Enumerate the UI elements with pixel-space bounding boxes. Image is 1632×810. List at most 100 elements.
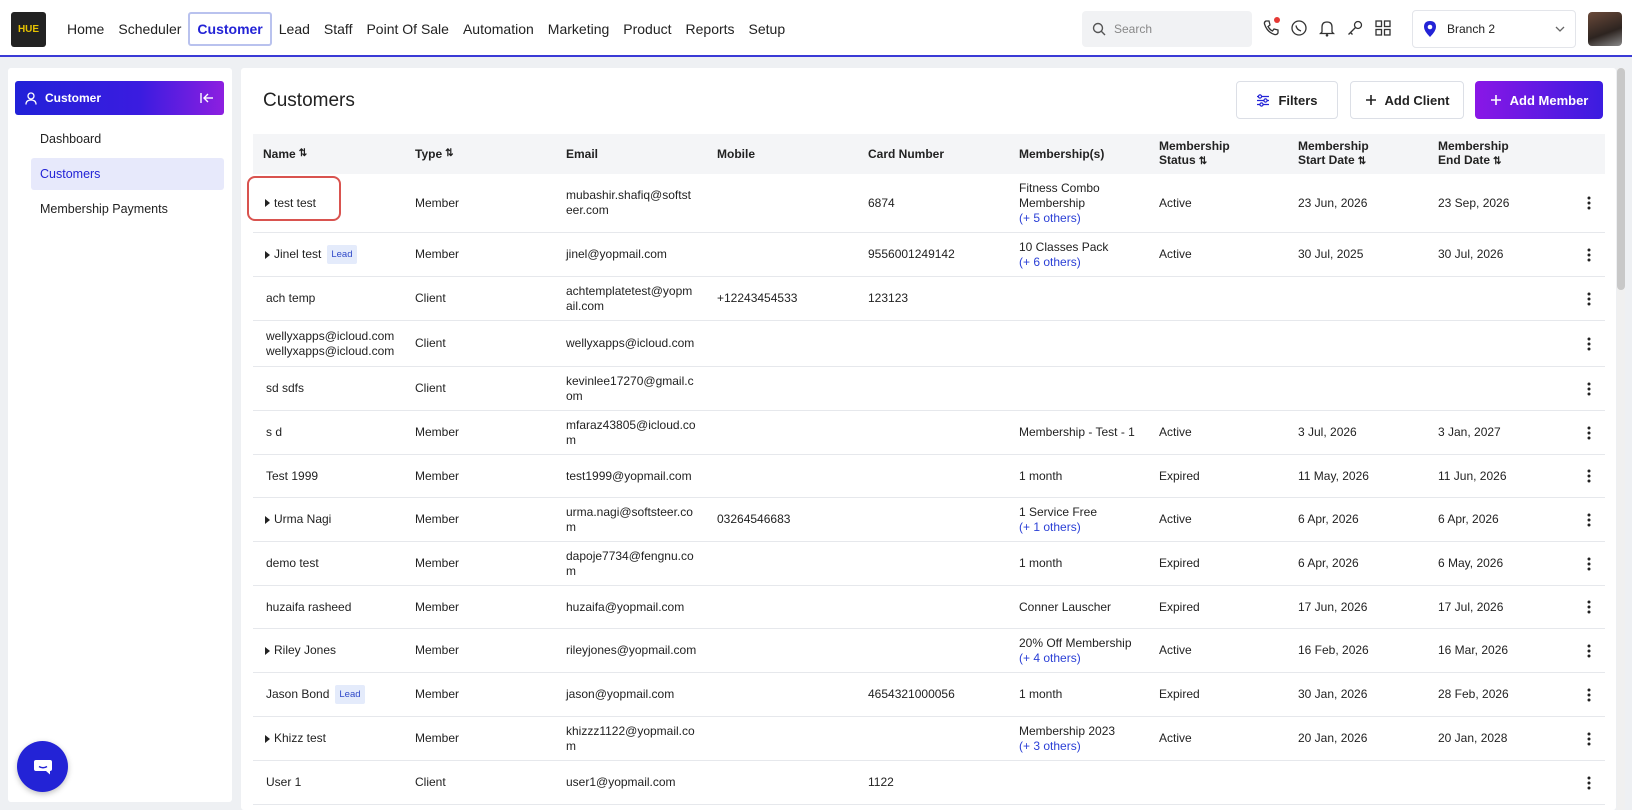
table-row[interactable]: User 1 Client user1@yopmail.com 1122 (253, 761, 1605, 805)
filters-button[interactable]: Filters (1236, 81, 1338, 119)
expand-caret-icon[interactable] (265, 515, 270, 524)
row-actions-menu-icon[interactable] (1587, 367, 1591, 410)
cell-name[interactable]: huzaifa rasheed (266, 586, 351, 628)
table-row[interactable]: s d Member mfaraz43805@icloud.co m Membersh… (253, 411, 1605, 455)
cell-name[interactable]: User 1 (266, 761, 301, 804)
table-row[interactable]: Urma Nagi Member urma.nagi@softsteer.co m 0… (253, 498, 1605, 542)
row-actions-menu-icon[interactable] (1587, 761, 1591, 804)
customer-name[interactable]: Urma Nagi (274, 512, 331, 527)
cell-name[interactable]: Jason Bond Lead (266, 673, 365, 716)
cell-name[interactable]: wellyxapps@icloud.com wellyxapps@icloud.… (266, 321, 394, 366)
cell-name[interactable]: test test (265, 174, 316, 232)
nav-item-automation[interactable]: Automation (456, 12, 541, 46)
row-actions-menu-icon[interactable] (1587, 673, 1591, 716)
page-scrollbar[interactable] (1617, 68, 1625, 810)
sort-icon[interactable]: ⇅ (445, 147, 453, 161)
table-row[interactable]: ach temp Client achtemplatetest@yopm ail.c… (253, 277, 1605, 321)
expand-caret-icon[interactable] (265, 199, 270, 207)
phone-icon[interactable] (1262, 17, 1280, 39)
search-box[interactable] (1082, 11, 1252, 47)
customer-name[interactable]: wellyxapps@icloud.com wellyxapps@icloud.… (266, 329, 394, 359)
other-memberships-link[interactable]: (+ 3 others) (1019, 739, 1115, 754)
sidebar-item-membership-payments[interactable]: Membership Payments (31, 193, 224, 225)
sort-icon[interactable]: ⇅ (1199, 156, 1207, 167)
table-row[interactable]: Khizz test Member khizzz1122@yopmail.co m M… (253, 717, 1605, 761)
table-row[interactable]: demo test Member dapoje7734@fengnu.co m 1 m… (253, 542, 1605, 586)
customer-name[interactable]: Jinel test (274, 247, 321, 262)
key-icon[interactable] (1346, 17, 1364, 39)
cell-name[interactable]: demo test (266, 542, 319, 585)
bell-icon[interactable] (1318, 17, 1336, 39)
row-actions-menu-icon[interactable] (1587, 277, 1591, 320)
sort-icon[interactable]: ⇅ (299, 147, 307, 161)
customer-name[interactable]: Riley Jones (274, 643, 336, 658)
scrollbar-thumb[interactable] (1617, 68, 1625, 290)
row-actions-menu-icon[interactable] (1587, 498, 1591, 541)
table-row[interactable]: test test Member mubashir.shafiq@softst ee… (253, 174, 1605, 233)
user-avatar[interactable] (1588, 12, 1622, 46)
nav-item-point-of-sale[interactable]: Point Of Sale (359, 12, 456, 46)
table-row[interactable]: Test 1999 Member test1999@yopmail.com 1 mon… (253, 455, 1605, 498)
col-name-header[interactable]: Name ⇅ (263, 134, 307, 174)
cell-name[interactable]: sd sdfs (266, 367, 304, 410)
col-status-header[interactable]: Membership Status ⇅ (1159, 134, 1230, 174)
add-client-button[interactable]: Add Client (1350, 81, 1464, 119)
customer-name[interactable]: User 1 (266, 775, 301, 790)
row-actions-menu-icon[interactable] (1587, 321, 1591, 366)
expand-caret-icon[interactable] (265, 734, 270, 743)
row-actions-menu-icon[interactable] (1587, 455, 1591, 497)
sidebar-item-dashboard[interactable]: Dashboard (31, 123, 224, 155)
row-actions-menu-icon[interactable] (1587, 411, 1591, 454)
customer-name[interactable]: ach temp (266, 291, 315, 306)
table-row[interactable]: Jason Bond Lead Member jason@yopmail.com 465… (253, 673, 1605, 717)
table-row[interactable]: Jinel test Lead Member jinel@yopmail.com 955… (253, 233, 1605, 277)
customer-name[interactable]: Khizz test (274, 731, 326, 746)
customer-name[interactable]: Test 1999 (266, 469, 318, 484)
customer-name[interactable]: Jason Bond (266, 687, 329, 702)
col-type-header[interactable]: Type ⇅ (415, 134, 454, 174)
collapse-sidebar-icon[interactable] (200, 92, 214, 104)
col-start-header[interactable]: Membership Start Date ⇅ (1298, 134, 1369, 174)
add-member-button[interactable]: Add Member (1475, 81, 1603, 119)
branch-selector[interactable]: Branch 2 (1412, 10, 1576, 48)
customer-name[interactable]: s d (266, 425, 282, 440)
search-input[interactable] (1114, 22, 1244, 36)
table-row[interactable]: huzaifa rasheed Member huzaifa@yopmail.com… (253, 586, 1605, 629)
customer-name[interactable]: sd sdfs (266, 381, 304, 396)
table-row[interactable]: Riley Jones Member rileyjones@yopmail.com 2… (253, 629, 1605, 673)
cell-name[interactable]: s d (266, 411, 282, 454)
other-memberships-link[interactable]: (+ 5 others) (1019, 211, 1100, 226)
nav-item-reports[interactable]: Reports (679, 12, 742, 46)
table-row[interactable]: wellyxapps@icloud.com wellyxapps@icloud.… (253, 321, 1605, 367)
cell-name[interactable]: Khizz test (265, 717, 326, 760)
other-memberships-link[interactable]: (+ 1 others) (1019, 520, 1097, 535)
nav-item-home[interactable]: Home (60, 12, 111, 46)
nav-item-lead[interactable]: Lead (272, 12, 317, 46)
row-actions-menu-icon[interactable] (1587, 233, 1591, 276)
app-logo[interactable]: HUE (11, 12, 46, 47)
col-end-header[interactable]: Membership End Date ⇅ (1438, 134, 1509, 174)
nav-item-product[interactable]: Product (616, 12, 678, 46)
other-memberships-link[interactable]: (+ 6 others) (1019, 255, 1108, 270)
customer-name[interactable]: demo test (266, 556, 319, 571)
cell-name[interactable]: Jinel test Lead (265, 233, 357, 276)
nav-item-setup[interactable]: Setup (742, 12, 793, 46)
row-actions-menu-icon[interactable] (1587, 174, 1591, 232)
sidebar-item-customers[interactable]: Customers (31, 158, 224, 190)
whatsapp-icon[interactable] (1290, 17, 1308, 39)
expand-caret-icon[interactable] (265, 646, 270, 655)
customer-name[interactable]: huzaifa rasheed (266, 600, 351, 615)
nav-item-marketing[interactable]: Marketing (541, 12, 616, 46)
row-actions-menu-icon[interactable] (1587, 542, 1591, 585)
table-row[interactable]: sd sdfs Client kevinlee17270@gmail.c om (253, 367, 1605, 411)
sort-icon[interactable]: ⇅ (1358, 156, 1366, 167)
row-actions-menu-icon[interactable] (1587, 586, 1591, 628)
cell-name[interactable]: ach temp (266, 277, 315, 320)
row-actions-menu-icon[interactable] (1587, 629, 1591, 672)
nav-item-staff[interactable]: Staff (317, 12, 360, 46)
nav-item-scheduler[interactable]: Scheduler (111, 12, 188, 46)
cell-name[interactable]: Test 1999 (266, 455, 318, 497)
nav-item-customer[interactable]: Customer (188, 12, 272, 46)
grid-icon[interactable] (1374, 17, 1392, 39)
row-actions-menu-icon[interactable] (1587, 717, 1591, 760)
